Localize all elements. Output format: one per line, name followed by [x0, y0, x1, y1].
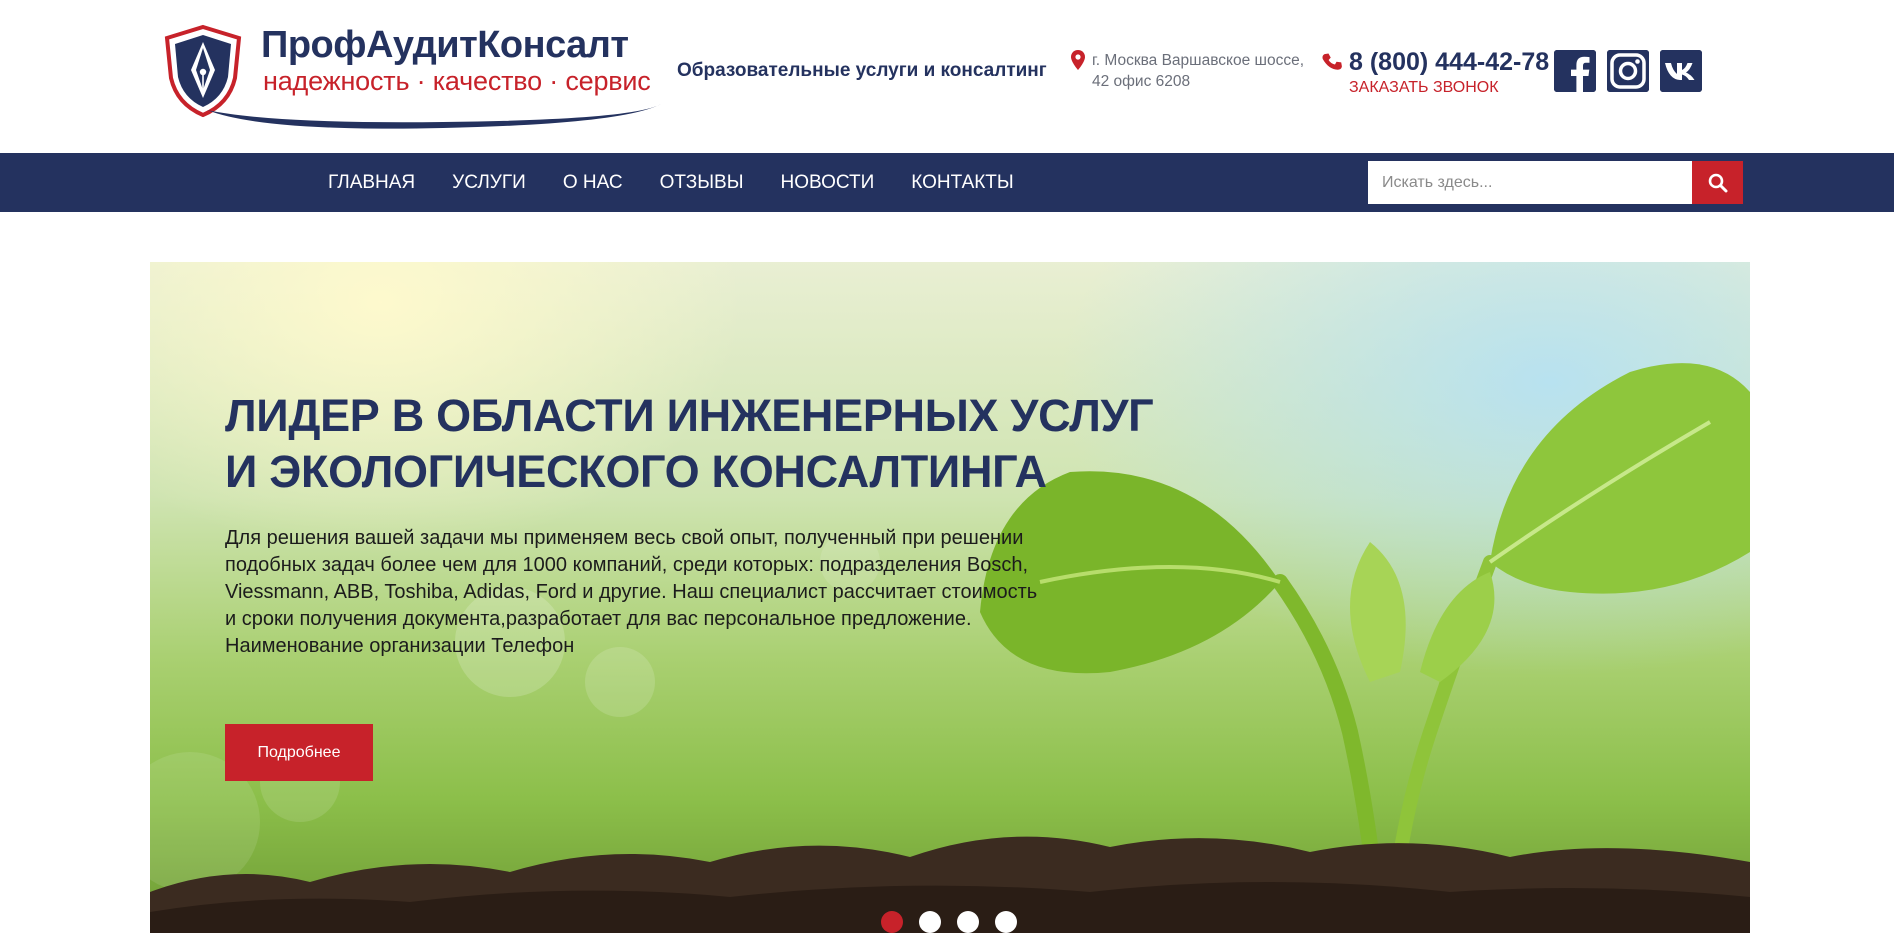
hero-description: Для решения вашей задачи мы применяем ве… [225, 527, 1038, 657]
hero-title: ЛИДЕР В ОБЛАСТИ ИНЖЕНЕРНЫХ УСЛУГ И ЭКОЛО… [225, 388, 1154, 500]
search-input[interactable] [1368, 161, 1692, 204]
search-box [1368, 161, 1692, 204]
slider-pagination [881, 911, 1017, 933]
hero-title-line-1: ЛИДЕР В ОБЛАСТИ ИНЖЕНЕРНЫХ УСЛУГ [225, 390, 1154, 441]
nav-item-about[interactable]: О НАС [563, 172, 623, 194]
nav-item-home[interactable]: ГЛАВНАЯ [328, 172, 415, 194]
vk-icon[interactable] [1660, 50, 1702, 92]
phone-number-link[interactable]: 8 (800) 444-42-78 [1349, 48, 1549, 77]
site-header: ПрофАудитКонсалт надежность · качество ·… [0, 0, 1894, 153]
nav-item-services[interactable]: УСЛУГИ [452, 172, 526, 194]
slider-dot-4[interactable] [995, 911, 1017, 933]
logo-title: ПрофАудитКонсалт [261, 24, 629, 66]
callback-link[interactable]: ЗАКАЗАТЬ ЗВОНОК [1349, 79, 1499, 97]
site-tagline: Образовательные услуги и консалтинг [677, 60, 1047, 81]
instagram-icon[interactable] [1607, 50, 1649, 92]
hero-slider: ЛИДЕР В ОБЛАСТИ ИНЖЕНЕРНЫХ УСЛУГ И ЭКОЛО… [150, 262, 1750, 933]
hero-title-line-2: И ЭКОЛОГИЧЕСКОГО КОНСАЛТИНГА [225, 446, 1047, 497]
nav-item-news[interactable]: НОВОСТИ [781, 172, 875, 194]
address-text: г. Москва Варшавское шоссе, 42 офис 6208 [1092, 52, 1305, 90]
main-navbar: ГЛАВНАЯ УСЛУГИ О НАС ОТЗЫВЫ НОВОСТИ КОНТ… [0, 153, 1894, 212]
search-icon [1708, 173, 1727, 192]
more-button[interactable]: Подробнее [225, 724, 373, 781]
search-button[interactable] [1692, 161, 1743, 204]
slider-dot-3[interactable] [957, 911, 979, 933]
slider-dot-1[interactable] [881, 911, 903, 933]
main-menu: ГЛАВНАЯ УСЛУГИ О НАС ОТЗЫВЫ НОВОСТИ КОНТ… [328, 153, 1051, 212]
phone-icon [1322, 53, 1342, 70]
logo[interactable]: ПрофАудитКонсалт надежность · качество ·… [163, 20, 665, 129]
slider-dot-2[interactable] [919, 911, 941, 933]
address: г. Москва Варшавское шоссе, 42 офис 6208 [1071, 50, 1311, 92]
facebook-icon[interactable] [1554, 50, 1596, 92]
nav-item-reviews[interactable]: ОТЗЫВЫ [660, 172, 744, 194]
location-pin-icon [1071, 50, 1085, 70]
logo-slogan: надежность · качество · сервис [263, 66, 651, 96]
nav-item-contacts[interactable]: КОНТАКТЫ [911, 172, 1014, 194]
